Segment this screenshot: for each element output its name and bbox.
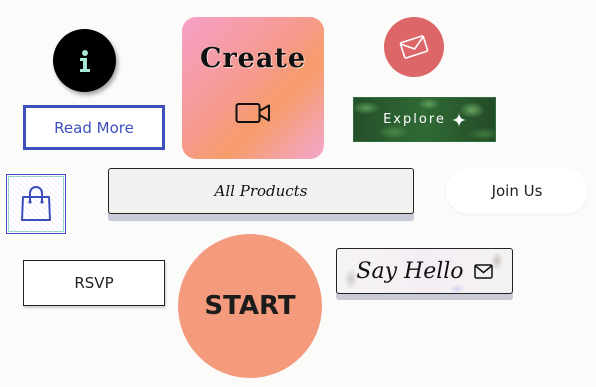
envelope-icon: [473, 263, 493, 279]
explore-button[interactable]: Explore: [353, 97, 496, 142]
rsvp-button[interactable]: RSVP: [23, 260, 165, 306]
mail-button[interactable]: [384, 17, 444, 77]
video-camera-icon: [235, 103, 270, 123]
explore-label: Explore: [383, 112, 446, 127]
info-icon: [79, 49, 90, 72]
all-products-button[interactable]: All Products: [108, 168, 414, 214]
create-label: Create: [199, 43, 307, 74]
say-hello-button[interactable]: Say Hello: [336, 248, 513, 294]
start-label: START: [204, 291, 296, 321]
sparkle-icon: [451, 112, 466, 127]
start-button[interactable]: START: [178, 234, 322, 378]
read-more-label: Read More: [54, 118, 134, 137]
shopping-bag-icon: [21, 186, 51, 221]
read-more-button[interactable]: Read More: [23, 105, 165, 150]
create-button[interactable]: Create: [182, 17, 324, 159]
info-button[interactable]: [53, 29, 116, 92]
envelope-icon: [399, 35, 429, 59]
join-us-button[interactable]: Join Us: [446, 168, 588, 214]
all-products-label: All Products: [214, 182, 308, 200]
join-us-label: Join Us: [491, 182, 543, 200]
rsvp-label: RSVP: [74, 274, 114, 292]
shopping-bag-button[interactable]: [6, 174, 66, 234]
say-hello-label: Say Hello: [356, 258, 464, 284]
